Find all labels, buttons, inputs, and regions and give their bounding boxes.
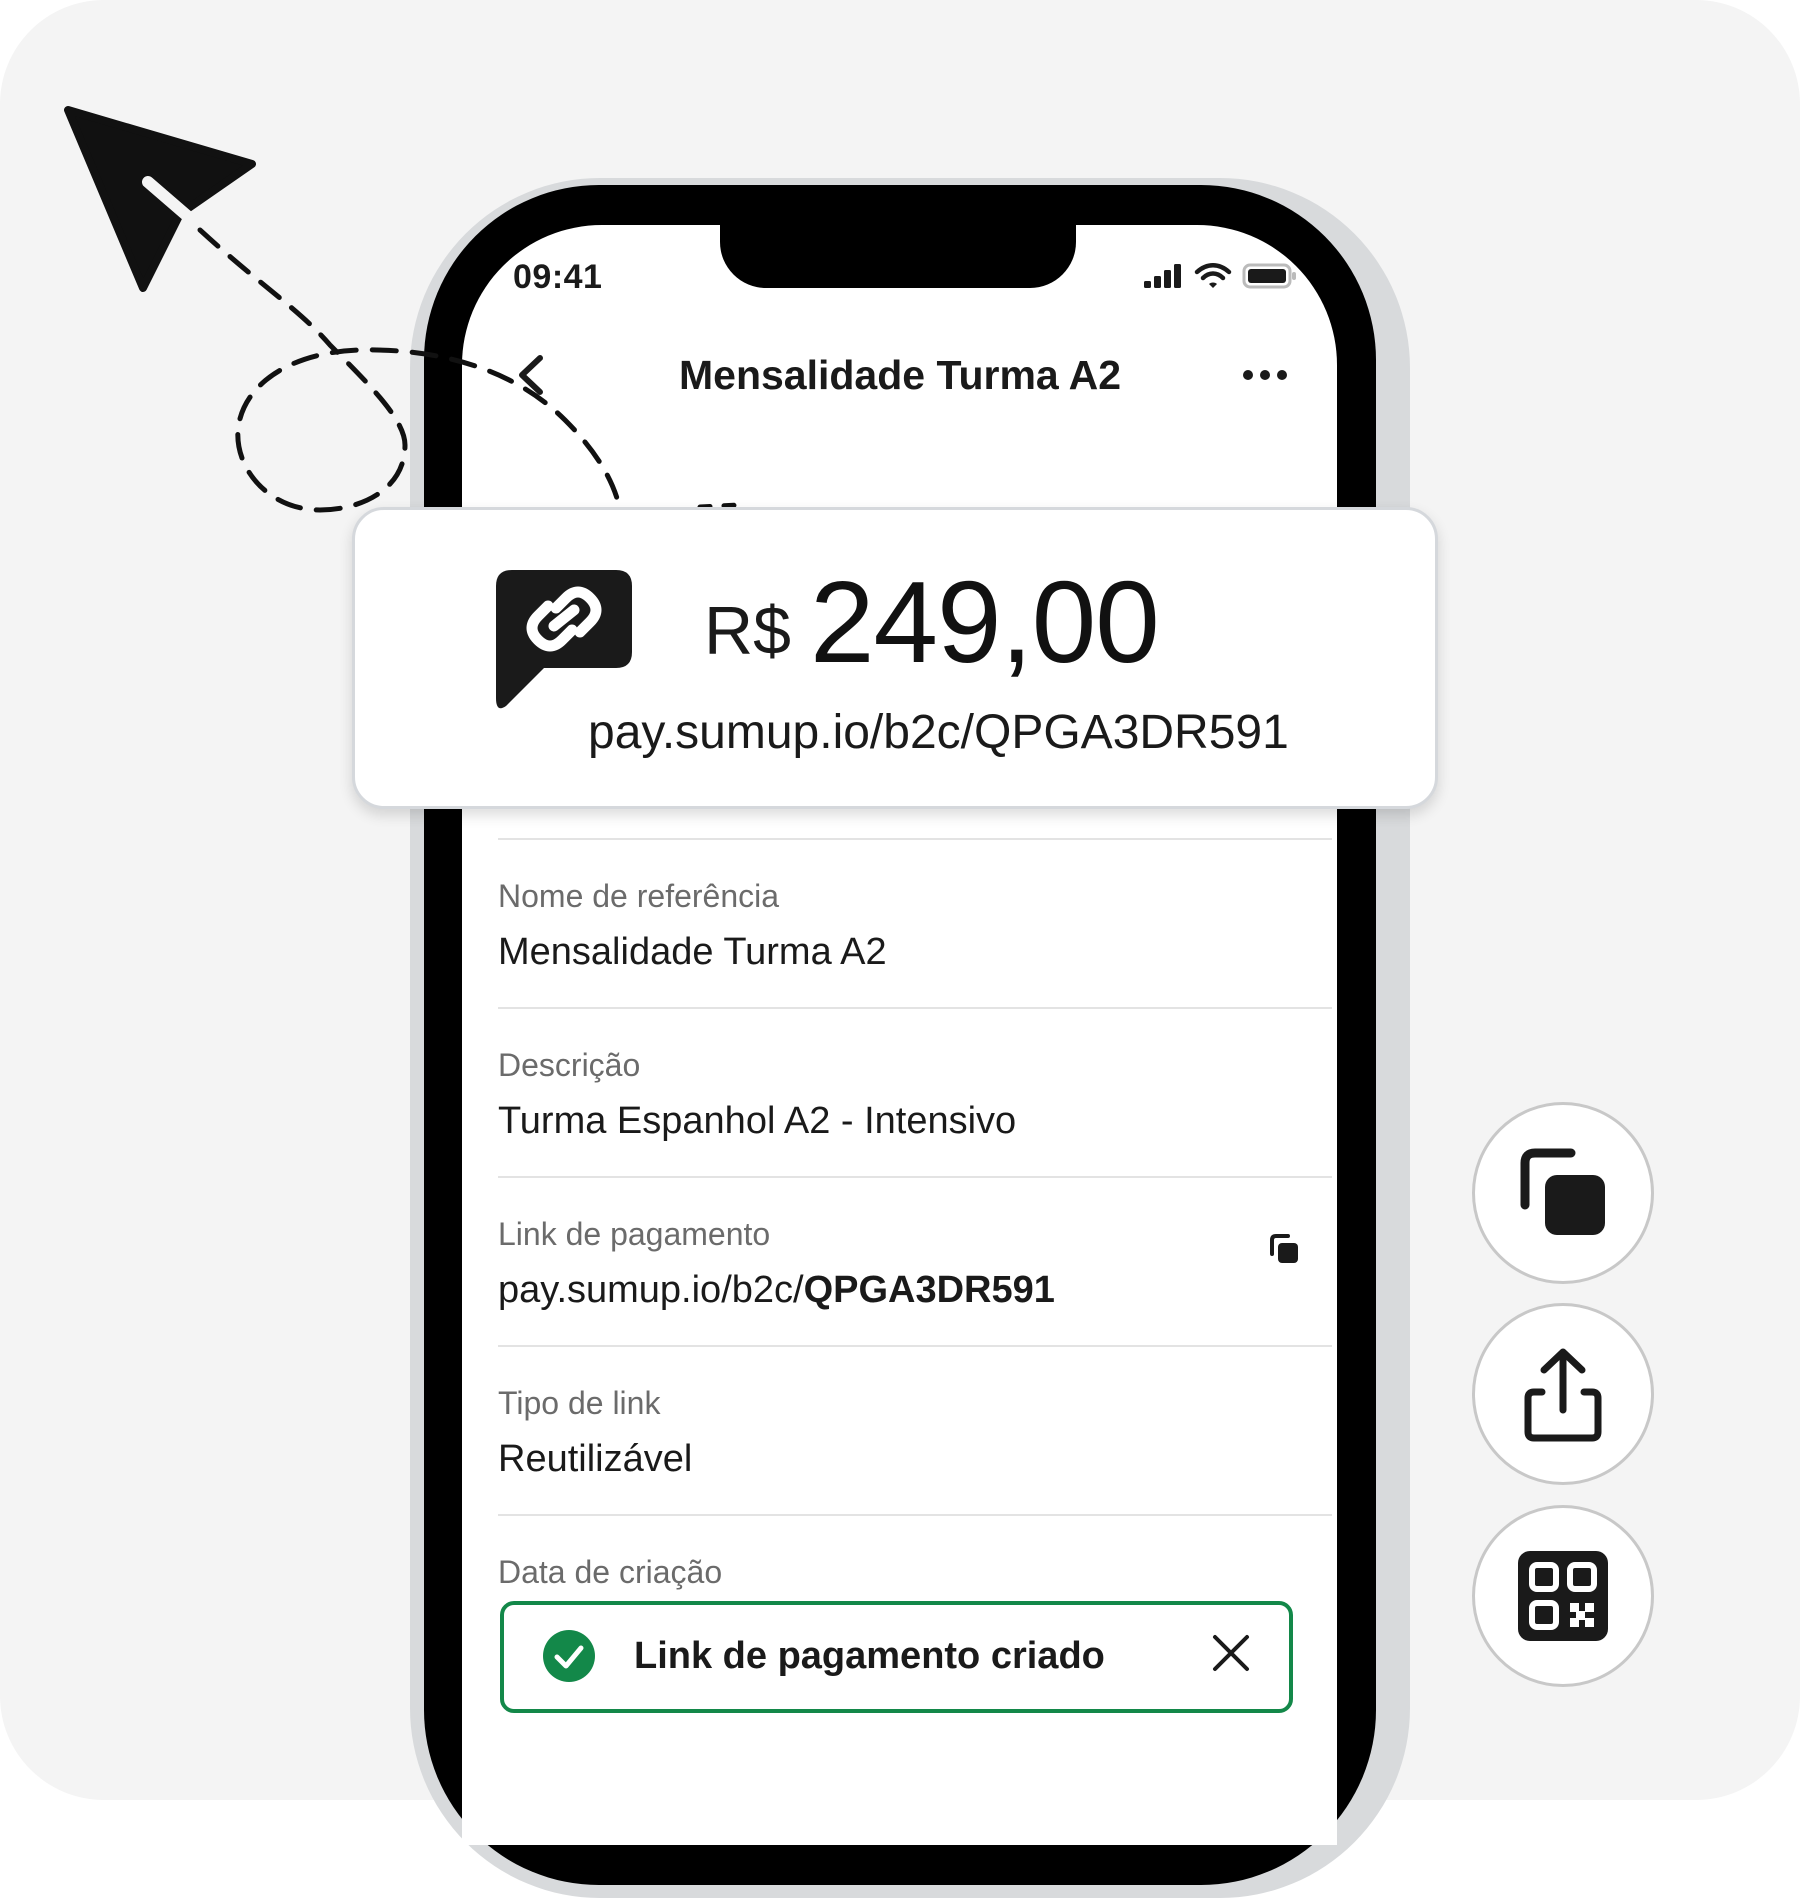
- back-chevron-icon[interactable]: [510, 350, 550, 400]
- link-prefix: pay.sumup.io/b2c/: [498, 1269, 804, 1311]
- link-code: QPGA3DR591: [803, 1269, 1055, 1311]
- detail-value: Reutilizável: [498, 1438, 693, 1480]
- detail-label: Data de criação: [498, 1554, 723, 1590]
- amount-value: 249,00: [810, 557, 1160, 687]
- copy-icon: [1520, 1148, 1605, 1235]
- toast-message: Link de pagamento criado: [634, 1635, 1105, 1677]
- signal-icon: [1144, 264, 1181, 288]
- detail-label: Link de pagamento: [498, 1216, 771, 1252]
- close-icon[interactable]: [1209, 1631, 1253, 1675]
- detail-value: Mensalidade Turma A2: [498, 931, 887, 973]
- detail-row-link-type: Tipo de link Reutilizável: [498, 1345, 1332, 1514]
- copy-link-button[interactable]: [1472, 1102, 1654, 1284]
- copy-icon[interactable]: [1266, 1232, 1302, 1268]
- share-link-button[interactable]: [1472, 1303, 1654, 1485]
- detail-row-reference: Nome de referência Mensalidade Turma A2: [498, 838, 1332, 1007]
- detail-label: Descrição: [498, 1047, 641, 1083]
- status-icons: [1142, 262, 1298, 290]
- detail-row-description: Descrição Turma Espanhol A2 - Intensivo: [498, 1007, 1332, 1176]
- detail-row-payment-link: Link de pagamento pay.sumup.io/b2c/QPGA3…: [498, 1176, 1332, 1345]
- amount-currency: R$: [704, 593, 791, 669]
- link-bubble-icon: [496, 570, 632, 709]
- page-title: Mensalidade Turma A2: [678, 352, 1121, 398]
- qr-code-icon: [1518, 1551, 1608, 1641]
- battery-icon: [1242, 263, 1296, 289]
- more-icon[interactable]: [1240, 360, 1290, 390]
- qr-code-button[interactable]: [1472, 1505, 1654, 1687]
- payment-link-url: pay.sumup.io/b2c/QPGA3DR591: [588, 706, 1289, 759]
- phone-notch: [720, 200, 1076, 288]
- detail-label: Tipo de link: [498, 1385, 661, 1421]
- success-toast: Link de pagamento criado: [500, 1601, 1293, 1713]
- details-list: Nome de referência Mensalidade Turma A2 …: [498, 838, 1332, 1683]
- detail-value: Turma Espanhol A2 - Intensivo: [498, 1100, 1017, 1142]
- detail-label: Nome de referência: [498, 878, 780, 914]
- wifi-icon: [1194, 263, 1232, 288]
- share-icon: [1524, 1348, 1602, 1442]
- detail-value: pay.sumup.io/b2c/QPGA3DR591: [498, 1269, 1055, 1312]
- check-circle-icon: [543, 1630, 595, 1682]
- status-time: 09:41: [513, 258, 603, 296]
